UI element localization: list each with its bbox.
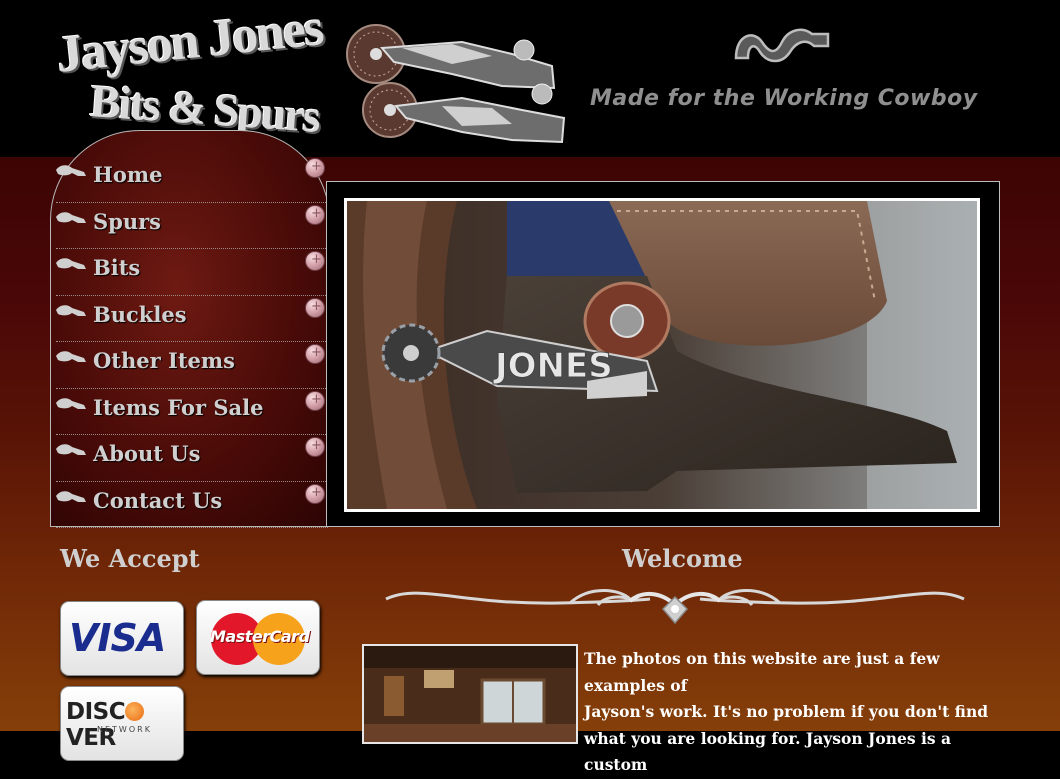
nav-label: Buckles — [93, 301, 187, 327]
spur-stamp-text: JONES — [493, 346, 613, 386]
concho-knob-icon — [305, 390, 325, 411]
welcome-text-line: The photos on this website are just a fe… — [584, 649, 940, 695]
horse-head-icon — [56, 444, 86, 455]
concho-knob-icon — [305, 344, 325, 364]
nav-label: Spurs — [93, 208, 162, 234]
workshop-photo — [362, 644, 578, 744]
discover-o-icon — [125, 702, 145, 721]
horse-head-icon — [56, 351, 86, 362]
nav-item-buckles[interactable]: Buckles — [56, 296, 328, 342]
visa-card-logo: VISA — [60, 601, 184, 676]
horse-head-icon — [56, 165, 86, 176]
site-tagline: Made for the Working Cowboy — [590, 86, 978, 111]
nav-label: Bits — [93, 255, 141, 280]
nav-item-home[interactable]: Home — [56, 156, 328, 203]
horse-head-icon — [56, 397, 86, 409]
concho-knob-icon — [305, 251, 325, 271]
ornamental-divider-icon — [385, 589, 965, 625]
concho-knob-icon — [305, 483, 325, 504]
nav-item-about-us[interactable]: About Us — [56, 435, 328, 482]
nav-item-other-items[interactable]: Other Items — [56, 342, 328, 389]
nav-item-bits[interactable]: Bits — [56, 249, 328, 296]
nav-label: Other Items — [93, 348, 235, 373]
concho-knob-icon — [305, 437, 325, 457]
horse-head-icon — [56, 490, 86, 502]
horse-head-icon — [56, 304, 86, 316]
nav-item-contact-us[interactable]: Contact Us — [56, 482, 328, 528]
spurs-illustration — [346, 24, 566, 144]
brand-mark-icon — [734, 28, 830, 63]
main-nav: Home Spurs Bits Buckles Other Items Item… — [56, 156, 328, 528]
discover-network-label: NETWORK — [97, 725, 152, 734]
logo-title-line1: Jayson Jones — [53, 0, 325, 84]
nav-label: Items For Sale — [93, 394, 264, 420]
welcome-text-line: Jayson's work. It's no problem if you do… — [584, 702, 989, 721]
concho-knob-icon — [305, 204, 325, 225]
horse-head-icon — [56, 258, 86, 269]
concho-knob-icon — [305, 158, 325, 178]
mastercard-label: MasterCard — [210, 627, 310, 646]
visa-label: VISA — [69, 616, 166, 660]
welcome-text-line: what you are looking for. Jayson Jones i… — [584, 728, 952, 775]
nav-label: About Us — [93, 441, 201, 466]
welcome-text: The photos on this website are just a fe… — [584, 646, 1014, 779]
horse-head-icon — [56, 211, 86, 223]
discover-label-start: DISC — [66, 699, 126, 725]
nav-label: Home — [93, 162, 163, 187]
hero-image: JONES — [344, 198, 980, 512]
nav-item-items-for-sale[interactable]: Items For Sale — [56, 389, 328, 435]
concho-knob-icon — [305, 297, 325, 318]
payment-title: We Accept — [60, 544, 200, 573]
discover-card-logo: DISCVER NETWORK — [60, 686, 184, 761]
nav-item-spurs[interactable]: Spurs — [56, 203, 328, 249]
mastercard-logo: MasterCard — [196, 600, 320, 675]
nav-label: Contact Us — [93, 487, 223, 513]
welcome-title: Welcome — [622, 544, 743, 573]
